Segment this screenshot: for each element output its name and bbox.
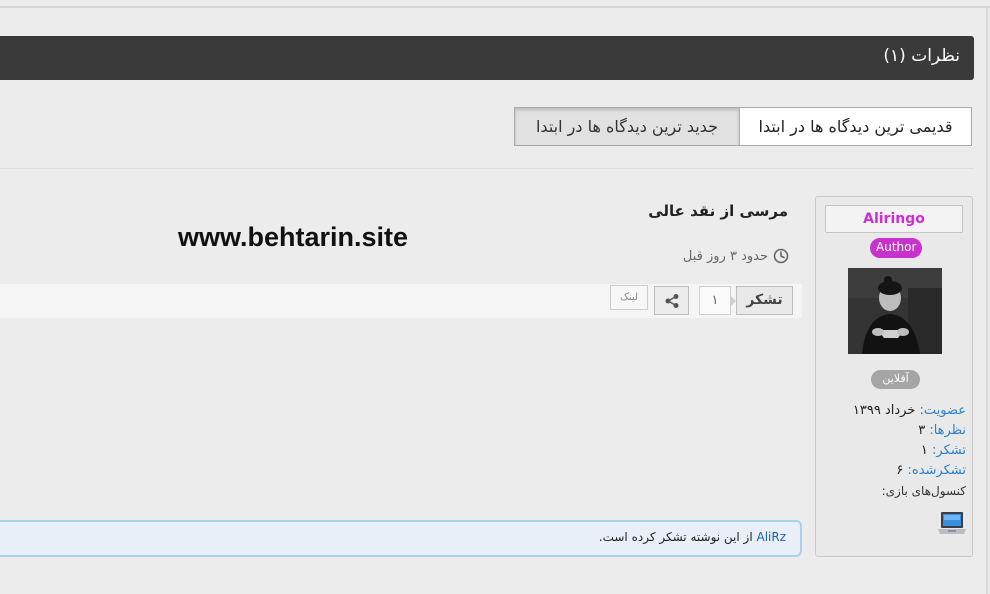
comment-time-text: حدود ۳ روز قبل [682,248,768,264]
comment-timestamp: حدود ۳ روز قبل [683,248,789,264]
stat-consoles-label: کنسول‌های بازی: [881,484,966,498]
stat-membership-value: خرداد ۱۳۹۹ [852,403,916,418]
comment-text: مرسی از نقد عالی [648,202,788,220]
sort-oldest-first-button[interactable]: قدیمی ترین دیدگاه ها در ابتدا [739,108,971,145]
section-divider [0,168,974,169]
share-icon [665,293,678,308]
thanks-notice-message: از این نوشته تشکر کرده است. [598,530,757,544]
link-label[interactable]: لینک [610,285,648,310]
stat-membership-label: عضویت: [919,403,966,418]
stat-membership: عضویت: خرداد ۱۳۹۹ [816,401,966,421]
online-status-badge: آفلاین [871,370,920,389]
stat-thanked-label: تشکرشده: [907,463,966,478]
top-rule [0,6,990,8]
right-edge [986,6,988,594]
author-badge: Author [870,238,923,258]
thanks-notice-text: AliRz از این نوشته تشکر کرده است. [599,530,786,544]
author-name[interactable]: Aliringo [825,205,963,233]
laptop-icon[interactable] [936,507,968,539]
sort-toggle-group: قدیمی ترین دیدگاه ها در ابتدا جدید ترین … [514,107,972,146]
thanks-notice-user[interactable]: AliRz [756,530,786,544]
stat-thanked: تشکرشده: ۶ [816,461,966,481]
thanks-notice: AliRz از این نوشته تشکر کرده است. [0,520,802,557]
clock-icon [773,248,789,264]
comments-title: نظرات (۱) [883,46,960,66]
stat-thanks-value: ۱ [920,443,928,458]
author-card: Aliringo Author آفلاین عضویت: خرداد ۱۳۹۹… [815,196,973,557]
stat-consoles: کنسول‌های بازی: [816,481,966,501]
stat-thanks: تشکر: ۱ [816,441,966,461]
author-stats: عضویت: خرداد ۱۳۹۹ نظرها: ۳ تشکر: ۱ تشکرش… [816,401,966,501]
stat-comments: نظرها: ۳ [816,421,966,441]
watermark-text: www.behtarin.site [178,222,409,252]
stat-comments-value: ۳ [918,423,926,438]
stat-thanks-label: تشکر: [932,443,966,458]
stat-thanked-value: ۶ [896,463,904,478]
share-button[interactable] [654,286,689,315]
avatar-image [848,268,942,354]
avatar[interactable] [848,268,942,354]
thanks-count: ۱ [699,286,736,315]
stat-comments-label: نظرها: [929,423,966,438]
comments-header: نظرات (۱) [0,36,974,80]
thanks-button[interactable]: تشکر [736,286,793,315]
laptop-icon-svg [938,512,966,534]
sort-newest-first-button[interactable]: جدید ترین دیدگاه ها در ابتدا [515,108,739,145]
